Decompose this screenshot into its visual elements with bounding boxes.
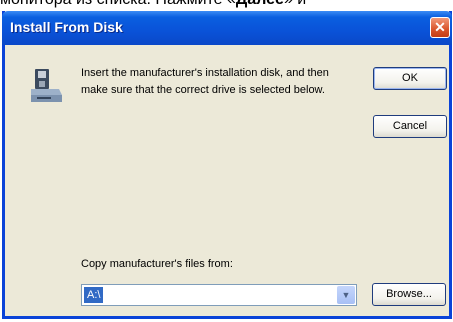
close-button[interactable]: ✕: [430, 17, 450, 38]
close-icon: ✕: [434, 19, 446, 35]
title-bar[interactable]: Install From Disk ✕: [2, 11, 452, 45]
path-combobox[interactable]: A:\ ▼: [81, 284, 357, 306]
background-text-bold: Далее: [236, 0, 284, 8]
path-input[interactable]: A:\: [84, 287, 104, 303]
background-text-before: монитора из списка. Нажмите «: [0, 0, 236, 8]
browse-button[interactable]: Browse...: [372, 283, 446, 306]
disk-drive-icon: [31, 69, 62, 102]
dialog-title: Install From Disk: [10, 19, 123, 35]
cancel-button[interactable]: Cancel: [373, 115, 447, 138]
dropdown-arrow-icon[interactable]: ▼: [337, 286, 355, 304]
ok-button[interactable]: OK: [373, 67, 447, 90]
instruction-text: Insert the manufacturer's installation d…: [81, 67, 329, 96]
background-page-text: монитора из списка. Нажмите «Далее» и: [0, 0, 453, 11]
background-text-after: » и: [284, 0, 306, 8]
install-from-disk-dialog: Install From Disk ✕ Insert the manufactu…: [2, 11, 452, 319]
copy-from-label: Copy manufacturer's files from:: [81, 258, 233, 270]
